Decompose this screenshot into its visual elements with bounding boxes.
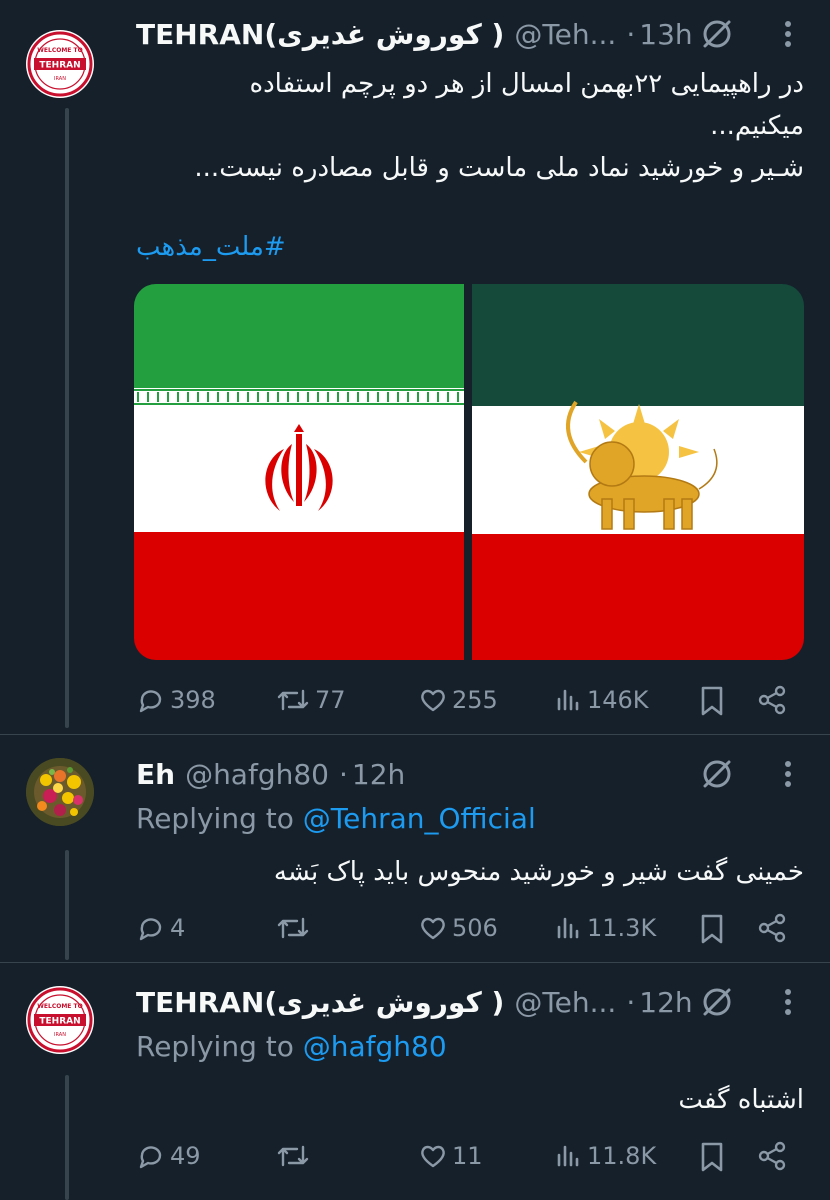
reply-count: 49 — [170, 1142, 201, 1170]
like-icon — [421, 689, 445, 712]
replying-to: Replying to @hafgh80 — [136, 1030, 447, 1063]
views-button[interactable]: 146K — [555, 680, 649, 720]
more-icon[interactable] — [780, 982, 796, 1022]
like-button[interactable]: 11 — [418, 1136, 483, 1176]
views-count: 11.8K — [587, 1142, 657, 1170]
repost-icon — [277, 1145, 309, 1167]
tweet-header: Eh @hafgh80 · 12h — [136, 754, 405, 794]
svg-text:IRAN: IRAN — [54, 1032, 66, 1038]
replying-prefix: Replying to — [136, 802, 294, 835]
bookmark-icon[interactable] — [692, 680, 732, 720]
thread-line — [65, 1075, 69, 1200]
share-icon[interactable] — [752, 1136, 792, 1176]
share-icon[interactable] — [752, 908, 792, 948]
views-count: 146K — [587, 686, 649, 714]
repost-button[interactable]: 77 — [275, 680, 346, 720]
author-handle[interactable]: @Teh... — [514, 986, 616, 1019]
separator-dot: · — [338, 757, 348, 791]
reply-count: 398 — [170, 686, 216, 714]
reply-count: 4 — [170, 914, 186, 942]
repost-icon — [277, 689, 309, 711]
reply-icon — [139, 690, 162, 713]
views-icon — [557, 1145, 579, 1167]
separator-dot: · — [626, 17, 636, 51]
repost-icon — [277, 917, 309, 939]
avatar[interactable]: WELCOME TO TEHRAN IRAN — [26, 986, 94, 1054]
hashtag-link[interactable]: #ملت_مذهب — [136, 232, 286, 262]
repost-button[interactable] — [275, 908, 315, 948]
svg-text:TEHRAN: TEHRAN — [39, 61, 80, 71]
separator-dot: · — [626, 985, 636, 1019]
divider — [0, 734, 830, 735]
reply-button[interactable]: 49 — [136, 1136, 201, 1176]
repost-count: 77 — [315, 686, 346, 714]
flags-image — [134, 284, 804, 660]
repost-button[interactable] — [275, 1136, 315, 1176]
like-button[interactable]: 255 — [418, 680, 498, 720]
reply-icon — [139, 1146, 162, 1169]
svg-text:WELCOME TO: WELCOME TO — [37, 47, 82, 54]
author-handle[interactable]: @hafgh80 — [185, 758, 329, 791]
like-icon — [421, 917, 445, 940]
author-name[interactable]: TEHRAN(کوروش غدیری ) — [136, 18, 504, 51]
more-icon[interactable] — [780, 754, 796, 794]
thread-line — [65, 108, 69, 728]
more-icon[interactable] — [780, 14, 796, 54]
thread-line — [65, 850, 69, 960]
views-button[interactable]: 11.3K — [555, 908, 656, 948]
mention-link[interactable]: @hafgh80 — [303, 1030, 447, 1063]
divider — [0, 962, 830, 963]
replying-to: Replying to @Tehran_Official — [136, 802, 536, 835]
grok-icon[interactable] — [697, 14, 737, 54]
like-count: 506 — [452, 914, 498, 942]
tweet-text-line: اشتباه گفت — [678, 1085, 804, 1115]
replying-prefix: Replying to — [136, 1030, 294, 1063]
author-handle[interactable]: @Teh... — [514, 18, 616, 51]
reply-icon — [139, 918, 162, 941]
bookmark-icon[interactable] — [692, 908, 732, 948]
views-icon — [557, 917, 579, 939]
avatar[interactable] — [26, 758, 94, 826]
views-count: 11.3K — [587, 914, 657, 942]
timestamp[interactable]: 13h — [639, 18, 692, 51]
tweet-header: TEHRAN(کوروش غدیری ) @Teh... · 13h — [136, 14, 693, 54]
views-icon — [557, 689, 579, 711]
tweet-text-line: خمینی گفت شیر و خورشید منحوس باید پاک بَ… — [273, 857, 804, 887]
grok-icon[interactable] — [697, 754, 737, 794]
like-button[interactable]: 506 — [418, 908, 498, 948]
author-name[interactable]: Eh — [136, 758, 175, 791]
tweet-media[interactable] — [134, 284, 804, 660]
tweet-text-line: میکنیم... — [710, 111, 804, 141]
like-count: 11 — [452, 1142, 483, 1170]
author-name[interactable]: TEHRAN(کوروش غدیری ) — [136, 986, 504, 1019]
tweet-header: TEHRAN(کوروش غدیری ) @Teh... · 12h — [136, 982, 693, 1022]
timestamp[interactable]: 12h — [639, 986, 692, 1019]
bookmark-icon[interactable] — [692, 1136, 732, 1176]
svg-text:IRAN: IRAN — [54, 76, 66, 82]
tweet-text-line: شـیر و خورشید نماد ملی ماست و قابل مصادر… — [194, 153, 804, 183]
timestamp[interactable]: 12h — [352, 758, 405, 791]
svg-text:WELCOME TO: WELCOME TO — [37, 1003, 82, 1010]
grok-icon[interactable] — [697, 982, 737, 1022]
like-icon — [421, 1145, 445, 1168]
svg-text:TEHRAN: TEHRAN — [39, 1017, 80, 1027]
share-icon[interactable] — [752, 680, 792, 720]
mention-link[interactable]: @Tehran_Official — [303, 802, 536, 835]
views-button[interactable]: 11.8K — [555, 1136, 656, 1176]
avatar[interactable]: WELCOME TO TEHRAN IRAN — [26, 30, 94, 98]
reply-button[interactable]: 398 — [136, 680, 216, 720]
like-count: 255 — [452, 686, 498, 714]
tweet-text-line: در راهپیمایی ۲۲بهمن امسال از هر دو پرچم … — [249, 69, 804, 99]
reply-button[interactable]: 4 — [136, 908, 185, 948]
